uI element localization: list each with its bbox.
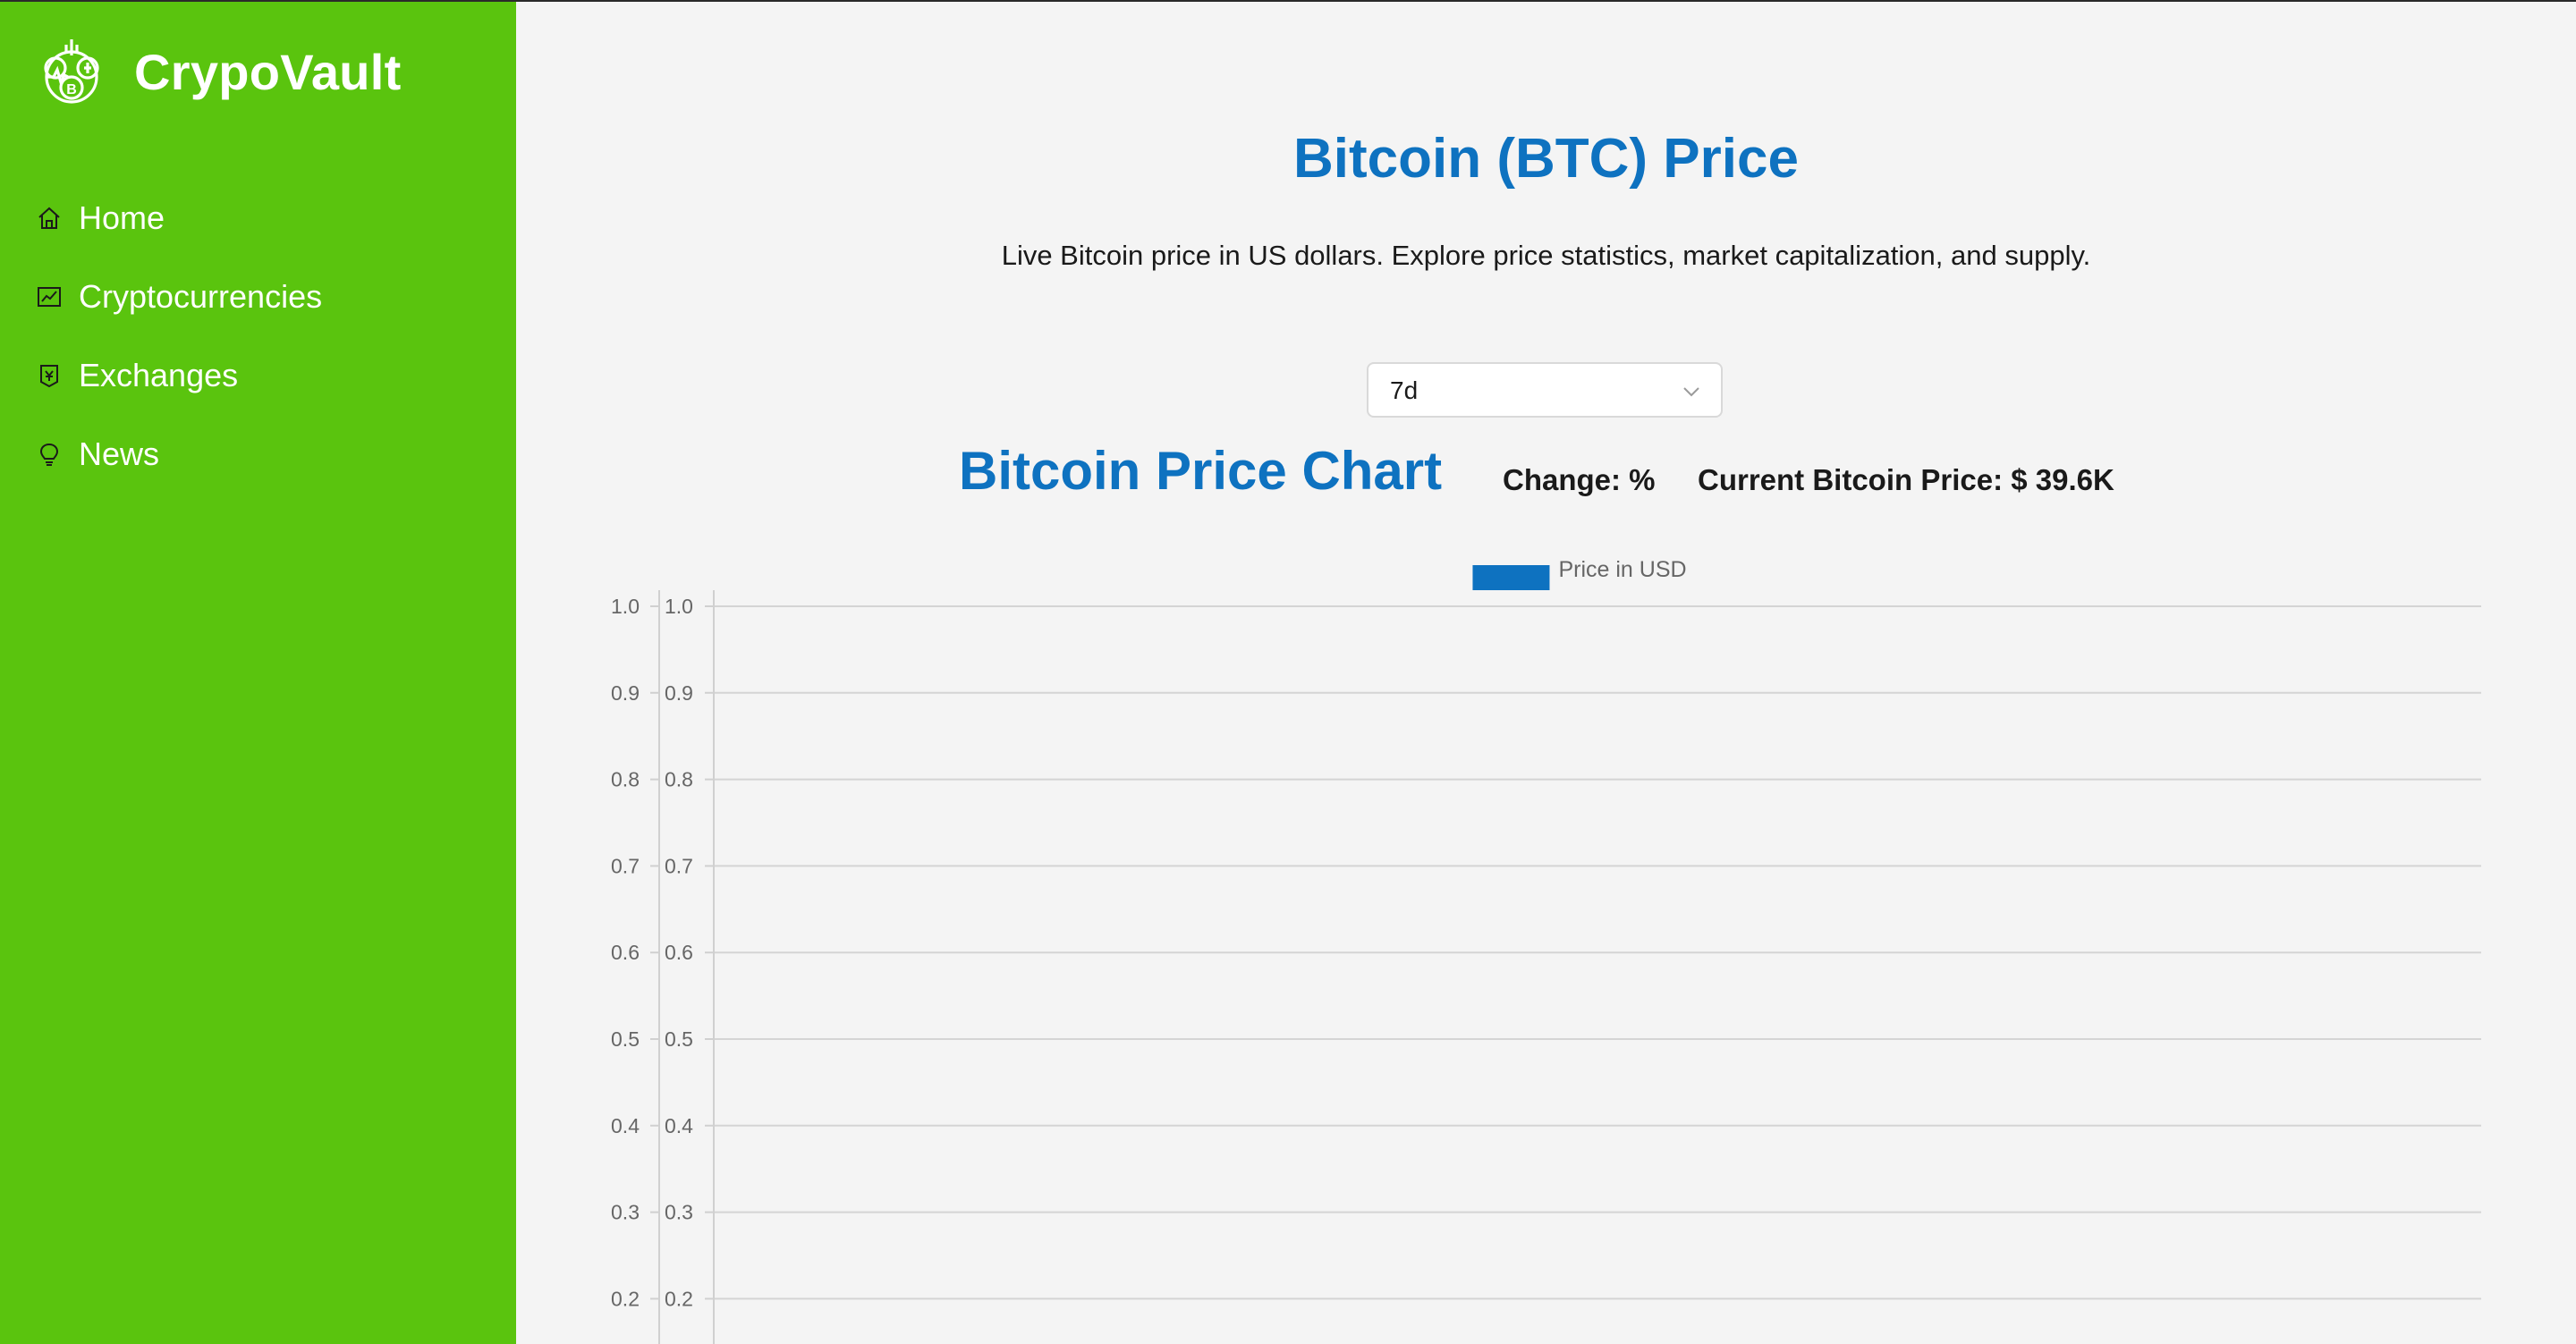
- home-icon: [36, 205, 63, 232]
- y-tick-label: 0.2: [611, 1287, 640, 1310]
- sidebar-menu: Home Cryptocurrencies Exchanges News: [0, 179, 516, 494]
- chevron-down-icon: [1682, 382, 1701, 402]
- y-tick-label: 1.0: [611, 595, 640, 618]
- page-subtitle: Live Bitcoin price in US dollars. Explor…: [1001, 240, 2091, 271]
- y-tick-label: 0.5: [665, 1027, 693, 1051]
- y-tick-label: 0.9: [665, 681, 693, 705]
- sidebar-item-label: Exchanges: [79, 357, 239, 393]
- time-period-select[interactable]: 7d: [1367, 362, 1723, 418]
- y-tick-label: 0.9: [611, 681, 640, 705]
- y-tick-label: 0.3: [611, 1201, 640, 1224]
- y-tick-label: 0.6: [665, 941, 693, 964]
- price-chart: Price in USD 1.0 1.0 0.9 0.9 0.8 0.8 0.7 0.7 0.6…: [611, 557, 2481, 1344]
- main-content: Bitcoin (BTC) Price Live Bitcoin price i…: [516, 0, 2576, 1344]
- legend-swatch: [1472, 565, 1550, 590]
- legend-label: Price in USD: [1558, 557, 1686, 582]
- page-title: Bitcoin (BTC) Price: [1293, 128, 1799, 190]
- sidebar-item-cryptocurrencies[interactable]: Cryptocurrencies: [0, 258, 516, 336]
- y-tick-label: 0.2: [665, 1287, 693, 1310]
- y-tick-label: 0.8: [611, 768, 640, 791]
- sidebar-item-label: Home: [79, 199, 165, 236]
- y-tick-label: 1.0: [665, 595, 693, 618]
- sidebar-item-exchanges[interactable]: Exchanges: [0, 336, 516, 415]
- current-price: Current Bitcoin Price: $ 39.6K: [1698, 463, 2114, 496]
- svg-text:B: B: [66, 82, 77, 97]
- line-chart-icon: [36, 283, 63, 310]
- chart-legend[interactable]: Price in USD: [1472, 557, 1687, 590]
- y-tick-label: 0.6: [611, 941, 640, 964]
- sidebar-item-label: News: [79, 435, 160, 472]
- brand-name: CrypoVault: [134, 43, 402, 100]
- y-tick-label: 0.8: [665, 768, 693, 791]
- chart-heading: Bitcoin Price Chart: [959, 441, 1443, 501]
- bulb-icon: [36, 441, 63, 468]
- brand[interactable]: B CrypoVault: [36, 34, 402, 109]
- sidebar-item-label: Cryptocurrencies: [79, 278, 323, 315]
- crypto-coins-logo-icon: B: [36, 36, 107, 107]
- price-change: Change: %: [1503, 463, 1656, 496]
- sidebar-item-news[interactable]: News: [0, 415, 516, 494]
- sidebar-item-home[interactable]: Home: [0, 179, 516, 258]
- y-tick-label: 0.7: [611, 854, 640, 877]
- y-tick-label: 0.3: [665, 1201, 693, 1224]
- y-tick-label: 0.4: [665, 1114, 693, 1137]
- time-period-value: 7d: [1390, 376, 1419, 404]
- y-tick-label: 0.5: [611, 1027, 640, 1051]
- sidebar: B CrypoVault Home Cryptocurrencies Excha…: [0, 0, 516, 1344]
- y-tick-label: 0.7: [665, 854, 693, 877]
- top-border: [0, 0, 2576, 2]
- y-tick-label: 0.4: [611, 1114, 640, 1137]
- money-collect-icon: [36, 362, 63, 389]
